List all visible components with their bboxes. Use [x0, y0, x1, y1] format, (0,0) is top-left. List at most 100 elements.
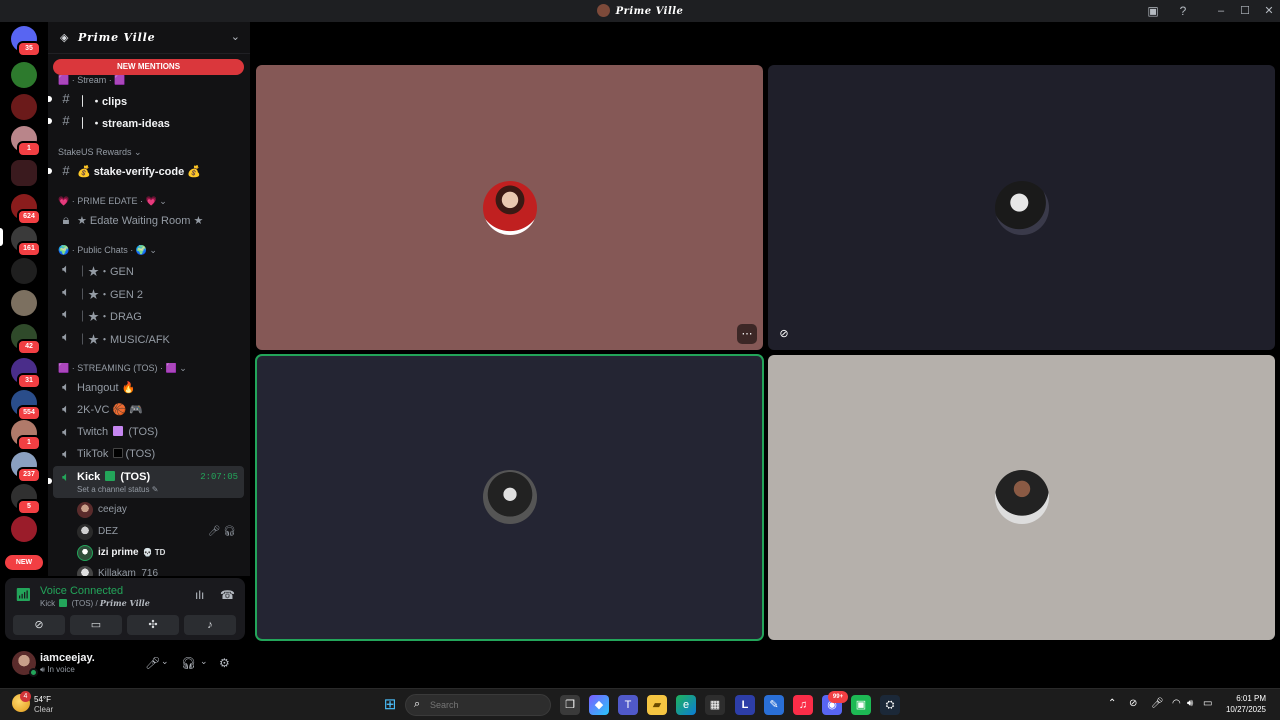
- category-stakeus[interactable]: StakeUS Rewards ⌄: [58, 147, 142, 158]
- clock-time[interactable]: 6:01 PM: [1236, 694, 1266, 703]
- camera-off-tray-icon[interactable]: ⊘: [1129, 698, 1137, 709]
- microsoft-store-icon[interactable]: ▦: [705, 695, 725, 715]
- maximize-button[interactable]: ☐: [1233, 0, 1257, 22]
- voice-channel-twitch[interactable]: 🔈︎ Twitch (TOS): [53, 421, 244, 443]
- direct-messages-icon[interactable]: 35: [11, 26, 41, 57]
- windows-start-icon[interactable]: ⊞: [380, 695, 400, 715]
- server-icon[interactable]: 237: [11, 452, 41, 483]
- close-button[interactable]: ✕: [1257, 0, 1280, 22]
- voice-channel-gen-2[interactable]: 🔈︎ ｜★・GEN 2: [53, 281, 244, 303]
- speaker-lock-icon: 🔈︎: [62, 424, 70, 439]
- steam-icon[interactable]: ⛭: [880, 695, 900, 715]
- category-prime-edate[interactable]: 💗 · PRIME EDATE · 💗 ⌄: [58, 196, 167, 207]
- voice-user[interactable]: DEZ 🎤︎ 🎧︎: [76, 522, 244, 542]
- server-icon[interactable]: 161: [11, 226, 41, 257]
- server-icon[interactable]: 5: [11, 484, 41, 515]
- channel-edate-waiting-room[interactable]: 🔒︎ ★ Edate Waiting Room ★: [53, 209, 244, 231]
- headphone-settings-chevron-icon[interactable]: ⌄: [200, 656, 208, 667]
- copilot-icon[interactable]: ◆: [589, 695, 609, 715]
- participant-tile[interactable]: ⋯: [256, 65, 763, 350]
- show-hidden-icons-chevron[interactable]: ⌃: [1108, 698, 1116, 709]
- headphones-icon[interactable]: 🎧︎: [181, 656, 196, 670]
- volume-icon[interactable]: 🔊︎: [1187, 698, 1193, 709]
- participant-tile[interactable]: ⊘: [768, 65, 1275, 350]
- voice-channel-drag[interactable]: 🔈︎ ｜★・DRAG: [53, 303, 244, 325]
- voice-channel-hangout[interactable]: 🔈︎ Hangout 🔥: [53, 376, 244, 398]
- participant-avatar: [483, 181, 537, 235]
- server-icon[interactable]: 1: [11, 126, 41, 157]
- search-input[interactable]: [430, 700, 520, 710]
- app-l-icon[interactable]: L: [735, 695, 755, 715]
- minimize-button[interactable]: –: [1209, 0, 1233, 22]
- category-streaming[interactable]: 🟪 · STREAMING (TOS) · 🟪 ⌄: [58, 363, 187, 374]
- channel-status[interactable]: Set a channel status ✎: [77, 485, 158, 494]
- microphone-icon[interactable]: 🎤︎: [145, 656, 160, 670]
- black-square-icon: [113, 448, 124, 458]
- server-icon[interactable]: 624: [11, 194, 41, 225]
- call-timer: 2:07:05: [200, 472, 238, 482]
- voice-channel-path[interactable]: Kick (TOS) / Prime Ville: [40, 598, 150, 608]
- server-folder-icon[interactable]: [11, 160, 37, 186]
- weather-temperature[interactable]: 54°F: [34, 695, 51, 704]
- server-icon[interactable]: 42: [11, 324, 41, 355]
- server-icon[interactable]: [11, 516, 37, 542]
- inbox-icon[interactable]: ▣: [1145, 3, 1161, 19]
- help-icon[interactable]: ?: [1175, 3, 1191, 19]
- taskbar-search[interactable]: ⌕: [405, 694, 551, 716]
- more-options-icon[interactable]: ⋯: [737, 324, 757, 344]
- camera-off-icon: ⊘: [779, 328, 789, 340]
- voice-user[interactable]: ceejay: [76, 500, 244, 520]
- mic-settings-chevron-icon[interactable]: ⌄: [161, 656, 169, 667]
- activities-button[interactable]: ✣: [127, 615, 179, 635]
- voice-channel-gen[interactable]: 🔈︎ ｜★・GEN: [53, 258, 244, 280]
- edge-browser-icon[interactable]: e: [676, 695, 696, 715]
- soundboard-button[interactable]: ♪: [184, 615, 236, 635]
- speaker-lock-icon: 🔈︎: [62, 379, 70, 394]
- server-icon[interactable]: [11, 290, 37, 316]
- voice-connected-status[interactable]: Voice Connected: [40, 585, 123, 597]
- noise-suppression-icon[interactable]: ılı: [195, 588, 204, 602]
- microphone-tray-icon[interactable]: 🎤︎: [1151, 698, 1164, 709]
- screen-share-button[interactable]: ▭: [70, 615, 122, 635]
- voice-user[interactable]: izi prime 💀 TD: [76, 543, 244, 563]
- new-servers-badge[interactable]: NEW: [5, 555, 43, 570]
- battery-icon[interactable]: ▭: [1203, 698, 1212, 709]
- voice-channel-2k-vc[interactable]: 🔈︎ 2K-VC 🏀 🎮: [53, 398, 244, 420]
- category-stream[interactable]: 🟪 · Stream · 🟪: [58, 75, 125, 86]
- game-app-icon[interactable]: ▣: [851, 695, 871, 715]
- disconnect-icon[interactable]: ☎︎: [220, 588, 235, 602]
- server-icon[interactable]: 31: [11, 358, 41, 389]
- server-icon[interactable]: 1: [11, 420, 41, 451]
- camera-toggle-button[interactable]: ⊘: [13, 615, 65, 635]
- participant-tile[interactable]: [255, 354, 764, 641]
- participant-tile[interactable]: [768, 355, 1275, 640]
- signal-strength-icon[interactable]: 📶︎: [15, 587, 32, 603]
- file-explorer-icon[interactable]: ▰: [647, 695, 667, 715]
- new-mentions-bar[interactable]: NEW MENTIONS: [53, 59, 244, 75]
- wifi-icon[interactable]: ◠: [1172, 698, 1181, 709]
- discord-taskbar-icon[interactable]: ◉ 99+: [822, 691, 848, 715]
- voice-channel-music-afk[interactable]: 🔈︎ ｜★・MUSIC/AFK: [53, 326, 244, 348]
- clock-date[interactable]: 10/27/2025: [1226, 705, 1266, 714]
- voice-channel-tiktok[interactable]: 🔈︎ TikTok (TOS): [53, 443, 244, 465]
- gear-icon[interactable]: ⚙: [219, 656, 230, 670]
- apple-music-icon[interactable]: ♫: [793, 695, 813, 715]
- category-public-chats[interactable]: 🌍 · Public Chats · 🌍 ⌄: [58, 245, 157, 256]
- channel-stake-verify-code[interactable]: # 💰 stake-verify-code 💰: [48, 160, 244, 182]
- voice-user[interactable]: Killakam_716: [76, 564, 244, 576]
- channel-stream-ideas[interactable]: # ｜ ・stream-ideas: [48, 110, 244, 132]
- window-title: Prime Ville: [0, 4, 1280, 17]
- pen-app-icon[interactable]: ✎: [764, 695, 784, 715]
- task-view-icon[interactable]: ❐: [560, 695, 580, 715]
- weather-condition[interactable]: Clear: [34, 705, 53, 714]
- username[interactable]: iamceejay.: [40, 652, 95, 664]
- channel-clips[interactable]: # ｜ ・clips: [48, 88, 244, 110]
- voice-channel-kick[interactable]: 🔈︎ Kick (TOS) Set a channel status ✎ 2:0…: [48, 466, 244, 498]
- server-icon[interactable]: [11, 258, 37, 284]
- server-icon[interactable]: [11, 62, 37, 88]
- server-header[interactable]: ◈ Prime Ville ⌄: [48, 22, 250, 54]
- server-icon[interactable]: 554: [11, 390, 41, 421]
- chevron-down-icon[interactable]: ⌄: [231, 30, 240, 43]
- server-icon[interactable]: [11, 94, 37, 120]
- teams-icon[interactable]: T: [618, 695, 638, 715]
